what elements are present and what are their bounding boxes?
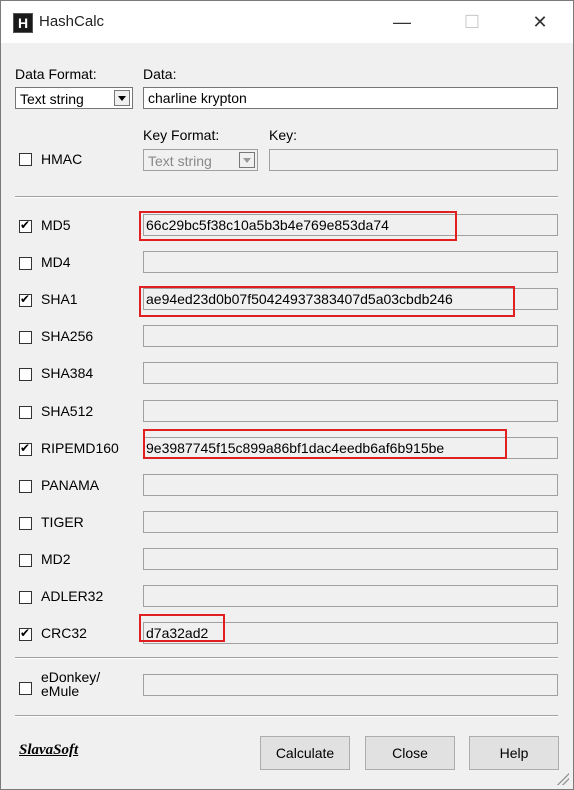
data-format-value: Text string (20, 91, 84, 107)
slavasoft-logo: SlavaSoft (19, 742, 79, 758)
md4-checkbox[interactable] (19, 257, 32, 270)
md5-label: MD5 (41, 217, 71, 233)
title-bar[interactable]: H HashCalc — ☐ ✕ (1, 1, 573, 43)
close-button[interactable]: Close (365, 736, 455, 770)
separator (15, 657, 558, 659)
data-input[interactable]: charline krypton (143, 87, 558, 109)
edonkey-checkbox[interactable] (19, 682, 32, 695)
edonkey-output (143, 674, 558, 696)
crc32-checkbox[interactable] (19, 626, 32, 641)
ripemd160-label: RIPEMD160 (41, 440, 119, 456)
sha512-checkbox[interactable] (19, 406, 32, 419)
resize-grip[interactable] (557, 773, 569, 785)
tiger-label: TIGER (41, 514, 84, 530)
tiger-checkbox[interactable] (19, 517, 32, 530)
sha1-checkbox[interactable] (19, 292, 32, 307)
data-label: Data: (143, 66, 177, 82)
md5-checkbox[interactable] (19, 218, 32, 233)
key-format-label: Key Format: (143, 127, 220, 143)
panama-checkbox[interactable] (19, 480, 32, 493)
help-button[interactable]: Help (469, 736, 559, 770)
adler32-output[interactable] (143, 585, 558, 607)
crc32-label: CRC32 (41, 625, 87, 641)
sha256-output[interactable] (143, 325, 558, 347)
separator (15, 196, 558, 198)
sha512-output[interactable] (143, 400, 558, 422)
md2-checkbox[interactable] (19, 554, 32, 567)
md2-output[interactable] (143, 548, 558, 570)
edonkey-label-line2: eMule (41, 683, 80, 699)
minimize-button[interactable]: — (387, 9, 417, 35)
adler32-label: ADLER32 (41, 588, 104, 604)
sha256-checkbox[interactable] (19, 331, 32, 344)
maximize-button[interactable]: ☐ (457, 9, 487, 35)
ripemd160-output[interactable]: 9e3987745f15c899a86bf1dac4eedb6af6b915be (143, 437, 558, 459)
app-icon: H (13, 13, 33, 33)
hashcalc-window: H HashCalc — ☐ ✕ Data Format: Text strin… (0, 0, 574, 790)
data-format-select[interactable]: Text string (15, 87, 133, 109)
sha256-label: SHA256 (41, 328, 94, 344)
window-title: HashCalc (39, 13, 105, 30)
hmac-checkbox[interactable] (19, 153, 32, 166)
tiger-output[interactable] (143, 511, 558, 533)
close-window-button[interactable]: ✕ (525, 9, 555, 35)
chevron-down-icon[interactable] (114, 90, 130, 106)
key-label: Key: (269, 127, 298, 143)
chevron-down-icon (239, 152, 255, 168)
calculate-button[interactable]: Calculate (260, 736, 350, 770)
md2-label: MD2 (41, 551, 71, 567)
sha1-output[interactable]: ae94ed23d0b07f50424937383407d5a03cbdb246 (143, 288, 558, 310)
panama-label: PANAMA (41, 477, 100, 493)
sha1-label: SHA1 (41, 291, 78, 307)
hmac-label: HMAC (41, 151, 83, 167)
adler32-checkbox[interactable] (19, 591, 32, 604)
panama-output[interactable] (143, 474, 558, 496)
md5-output[interactable]: 66c29bc5f38c10a5b3b4e769e853da74 (143, 214, 558, 236)
sha384-output[interactable] (143, 362, 558, 384)
data-format-label: Data Format: (15, 66, 97, 82)
md4-output[interactable] (143, 251, 558, 273)
separator (15, 715, 558, 717)
crc32-output[interactable]: d7a32ad2 (143, 622, 558, 644)
sha384-checkbox[interactable] (19, 368, 32, 381)
edonkey-label-line1: eDonkey/ (41, 669, 101, 685)
md4-label: MD4 (41, 254, 71, 270)
key-format-value: Text string (148, 153, 212, 169)
sha384-label: SHA384 (41, 365, 94, 381)
ripemd160-checkbox[interactable] (19, 441, 32, 456)
edonkey-label: eDonkey/ eMule (41, 670, 100, 698)
sha512-label: SHA512 (41, 403, 94, 419)
key-input (269, 149, 558, 171)
key-format-select: Text string (143, 149, 258, 171)
